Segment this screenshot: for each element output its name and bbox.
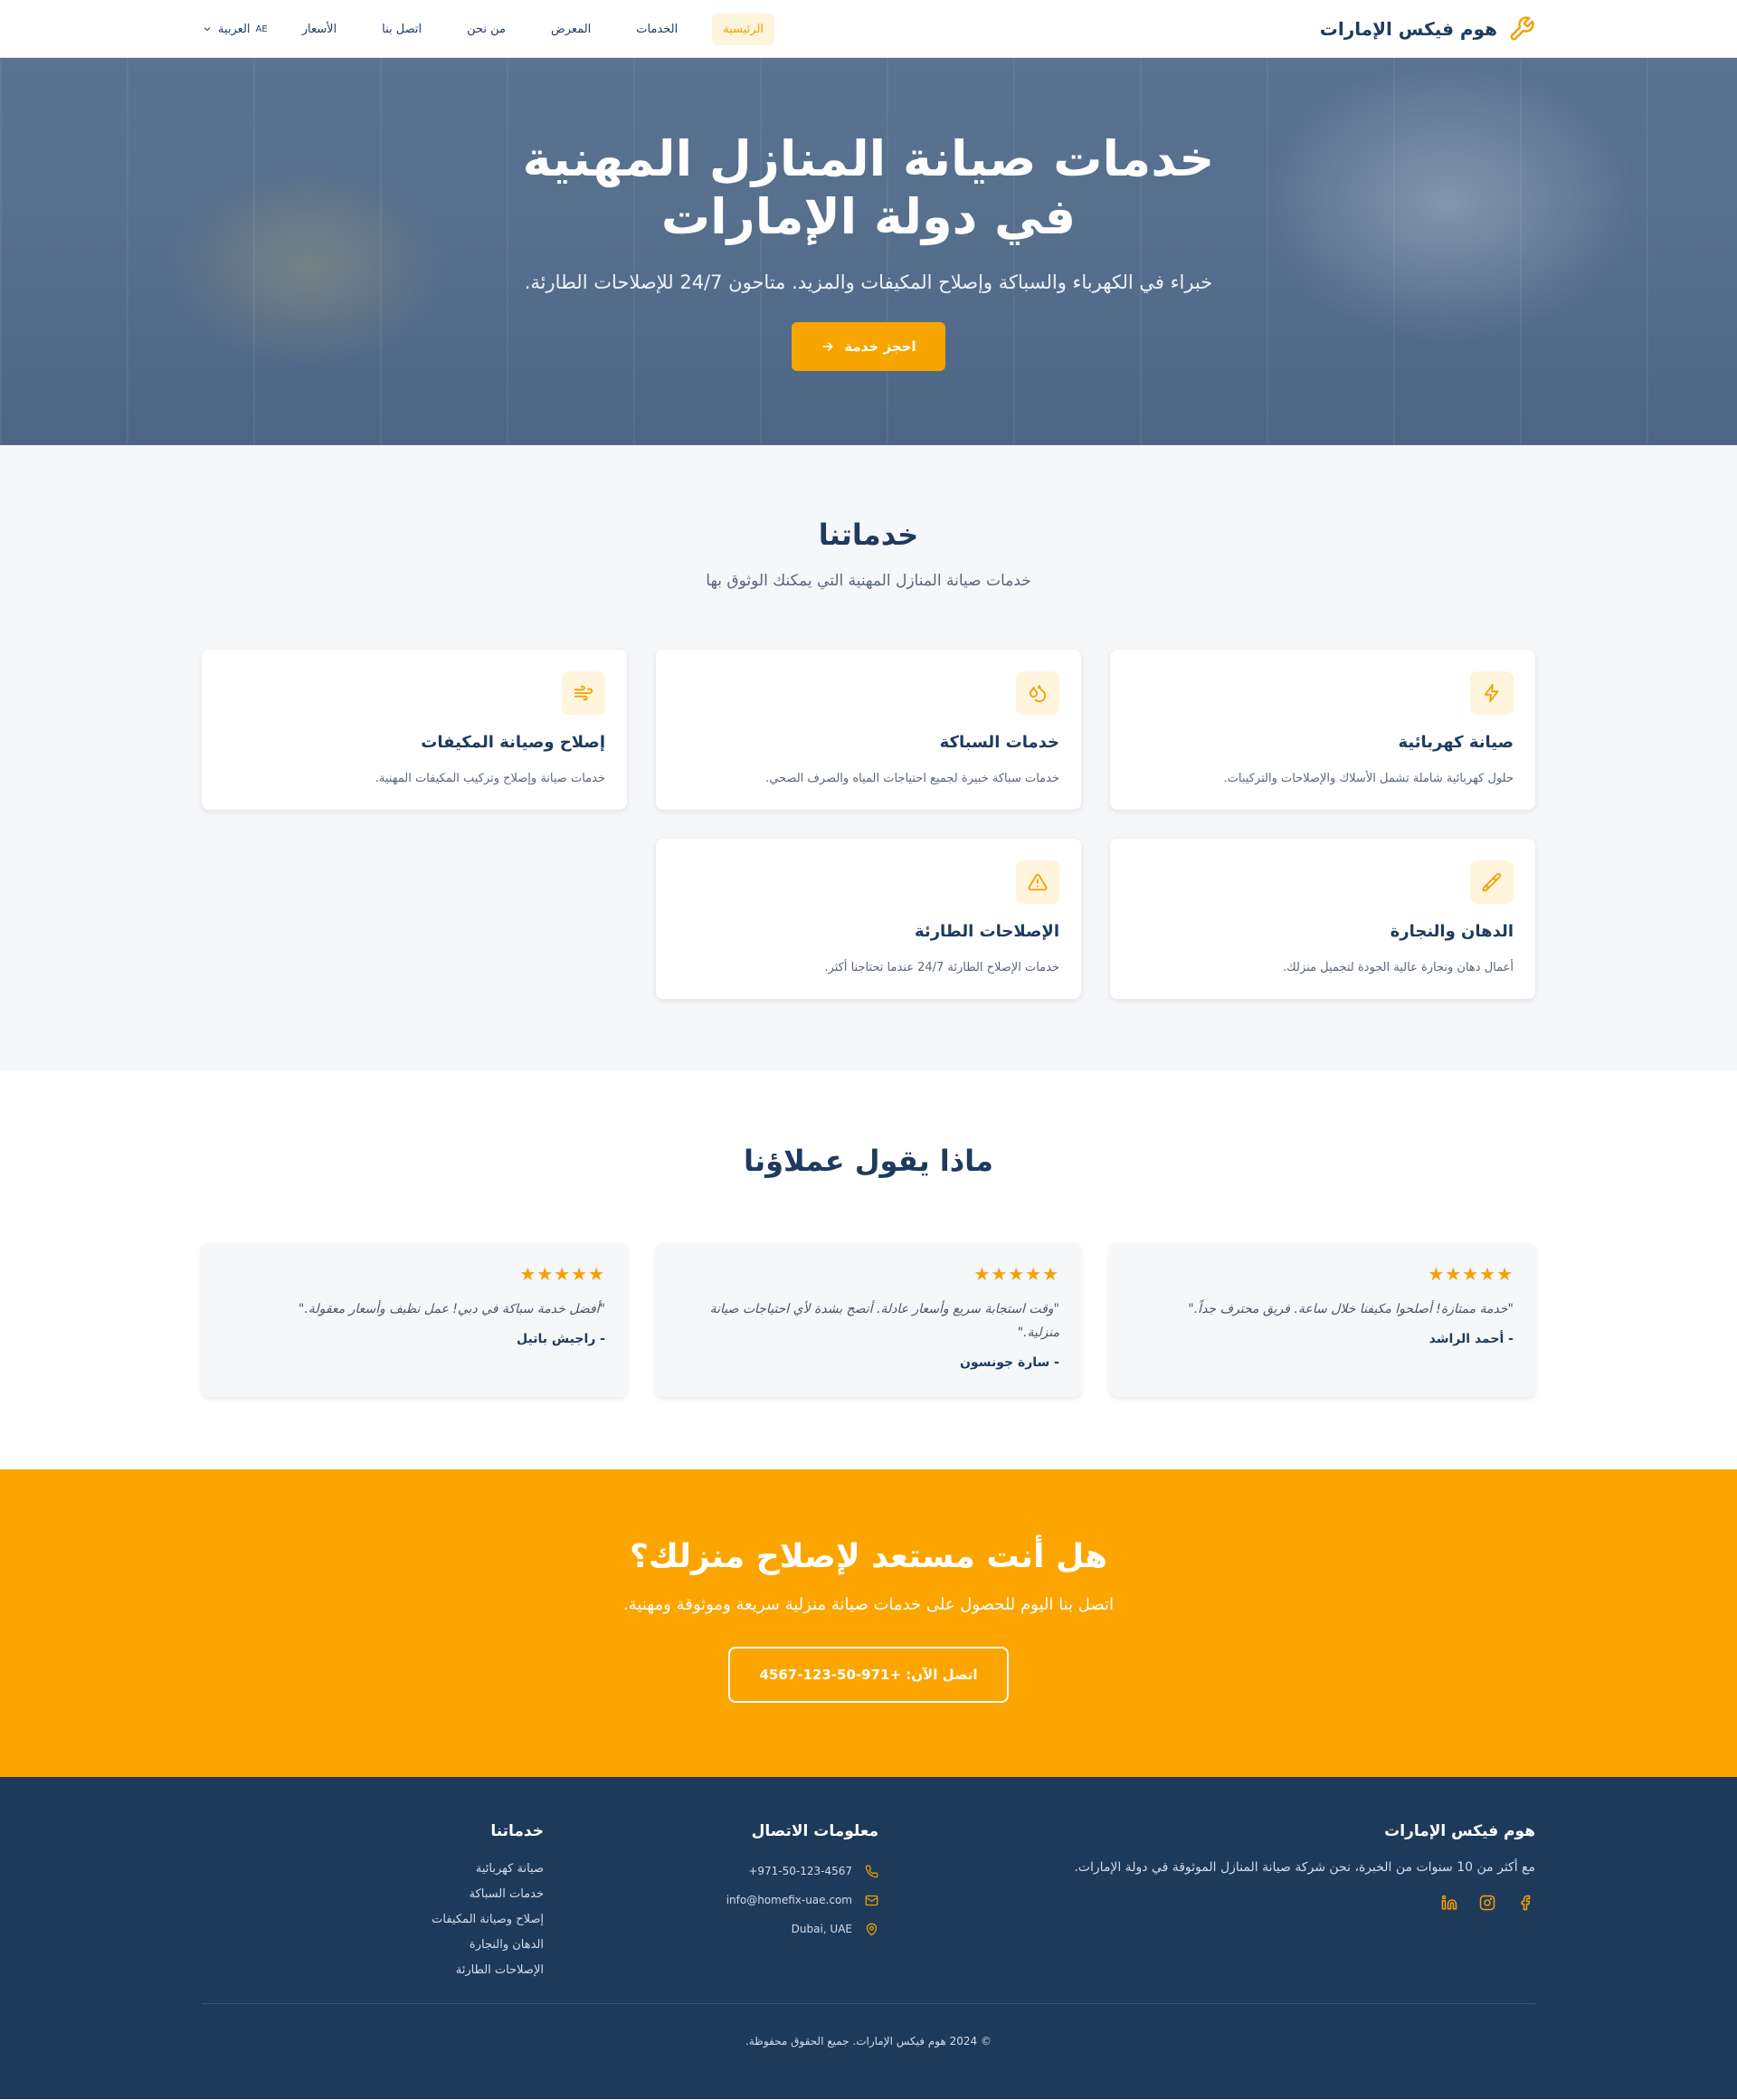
testimonial-quote: "خدمة ممتازة! أصلحوا مكيفنا خلال ساعة. ف… — [1188, 1302, 1514, 1316]
linkedin-icon[interactable] — [1439, 1893, 1459, 1913]
arrow-right-icon — [823, 342, 834, 351]
flag-icon: AE — [255, 24, 268, 34]
service-title: الدهان والنجارة — [1390, 922, 1514, 941]
footer-location: Dubai, UAE — [580, 1915, 878, 1943]
service-card-electrical[interactable]: صيانة كهربائية حلول كهربائية شاملة تشمل … — [1110, 650, 1535, 810]
instagram-icon[interactable] — [1477, 1893, 1497, 1913]
top-navbar: هوم فيكس الإمارات الرئيسية الخدمات المعر… — [0, 0, 1737, 58]
star-rating: ★★★★★ — [973, 1263, 1059, 1285]
site-footer: هوم فيكس الإمارات مع أكثر من 10 سنوات من… — [0, 1777, 1737, 2099]
paintbrush-icon — [1470, 860, 1514, 904]
brand-logo[interactable]: هوم فيكس الإمارات — [1320, 15, 1535, 43]
service-card-ac[interactable]: إصلاح وصيانة المكيفات خدمات صيانة وإصلاح… — [202, 650, 627, 810]
footer-service-link[interactable]: الدهان والنجارة — [308, 1933, 544, 1958]
nav-item-gallery[interactable]: المعرض — [540, 14, 602, 45]
testimonial-card: ★★★★★ "خدمة ممتازة! أصلحوا مكيفنا خلال س… — [1110, 1243, 1535, 1397]
nav-item-about[interactable]: من نحن — [456, 14, 517, 45]
footer-phone[interactable]: +971-50-123-4567 — [580, 1857, 878, 1886]
footer-services-title: خدماتنا — [490, 1822, 544, 1840]
testimonials-title: ماذا يقول عملاؤنا — [744, 1144, 993, 1178]
nav-item-contact[interactable]: اتصل بنا — [371, 14, 432, 45]
hero-section: خدمات صيانة المنازل المهنية في دولة الإم… — [0, 58, 1737, 445]
service-card-emergency[interactable]: الإصلاحات الطارئة خدمات الإصلاح الطارئة … — [656, 839, 1081, 999]
map-pin-icon — [866, 1923, 878, 1936]
alert-triangle-icon — [1016, 860, 1059, 904]
footer-service-link[interactable]: إصلاح وصيانة المكيفات — [308, 1907, 544, 1933]
wind-icon — [562, 671, 605, 715]
service-desc: خدمات سباكة خبيرة لجميع احتياجات المياه … — [765, 772, 1059, 785]
service-desc: حلول كهربائية شاملة تشمل الأسلاك والإصلا… — [1223, 772, 1514, 785]
footer-services: خدماتنا صيانة كهربائية خدمات السباكة إصل… — [308, 1822, 580, 1983]
star-rating: ★★★★★ — [1428, 1263, 1514, 1285]
brand-name: هوم فيكس الإمارات — [1319, 18, 1497, 40]
droplets-icon — [1016, 671, 1059, 715]
service-title: صيانة كهربائية — [1398, 733, 1514, 752]
language-label: العربية — [218, 22, 251, 36]
service-desc: أعمال دهان ونجارة عالية الجودة لتجميل من… — [1282, 961, 1514, 974]
service-title: خدمات السباكة — [939, 733, 1059, 752]
service-title: إصلاح وصيانة المكيفات — [421, 733, 605, 752]
footer-about: هوم فيكس الإمارات مع أكثر من 10 سنوات من… — [1032, 1822, 1535, 1983]
footer-location-text: Dubai, UAE — [791, 1923, 852, 1935]
copyright: © 2024 هوم فيكس الإمارات. جميع الحقوق مح… — [745, 2035, 992, 2048]
service-card-plumbing[interactable]: خدمات السباكة خدمات سباكة خبيرة لجميع اح… — [656, 650, 1081, 810]
footer-service-link[interactable]: صيانة كهربائية — [308, 1857, 544, 1882]
testimonial-author: - راجيش باتيل — [517, 1332, 605, 1346]
footer-brand: هوم فيكس الإمارات — [1384, 1822, 1535, 1840]
chevron-down-icon — [204, 27, 211, 32]
footer-about-text: مع أكثر من 10 سنوات من الخبرة، نحن شركة … — [1074, 1860, 1535, 1875]
mail-icon — [865, 1895, 878, 1905]
nav-item-pricing[interactable]: الأسعار — [291, 14, 347, 45]
footer-email[interactable]: info@homefix-uae.com — [580, 1886, 878, 1915]
footer-phone-text: +971-50-123-4567 — [748, 1865, 852, 1877]
cta-subtitle: اتصل بنا اليوم للحصول على خدمات صيانة من… — [622, 1595, 1114, 1614]
star-rating: ★★★★★ — [519, 1263, 605, 1285]
testimonial-author: - أحمد الراشد — [1429, 1332, 1514, 1346]
testimonial-card: ★★★★★ "أفضل خدمة سباكة في دبي! عمل نظيف … — [202, 1243, 627, 1397]
footer-service-link[interactable]: خدمات السباكة — [308, 1882, 544, 1907]
hero-title: خدمات صيانة المنازل المهنية في دولة الإم… — [522, 130, 1215, 245]
testimonial-quote: "أفضل خدمة سباكة في دبي! عمل نظيف وأسعار… — [298, 1302, 605, 1316]
testimonial-author: - سارة جونسون — [959, 1355, 1059, 1370]
social-links — [1032, 1893, 1535, 1913]
phone-icon — [865, 1865, 878, 1877]
footer-contact: معلومات الاتصال +971-50-123-4567 info@ho… — [580, 1822, 1032, 1983]
footer-contact-title: معلومات الاتصال — [751, 1822, 878, 1840]
nav-item-home[interactable]: الرئيسية — [712, 13, 775, 45]
footer-email-text: info@homefix-uae.com — [726, 1894, 852, 1906]
services-title: خدماتنا — [818, 518, 919, 552]
bolt-icon — [1470, 671, 1514, 715]
service-desc: خدمات الإصلاح الطارئة 24/7 عندما تحتاجنا… — [824, 961, 1059, 974]
testimonials-section: ماذا يقول عملاؤنا ★★★★★ "خدمة ممتازة! أص… — [0, 1071, 1737, 1469]
book-service-label: احجز خدمة — [844, 338, 916, 355]
service-card-painting[interactable]: الدهان والنجارة أعمال دهان ونجارة عالية … — [1110, 839, 1535, 999]
book-service-button[interactable]: احجز خدمة — [792, 322, 945, 371]
language-selector[interactable]: AE العربية — [202, 23, 268, 36]
main-menu: الرئيسية الخدمات المعرض من نحن اتصل بنا … — [202, 13, 775, 45]
services-subtitle: خدمات صيانة المنازل المهنية التي يمكنك ا… — [706, 572, 1031, 590]
nav-item-services[interactable]: الخدمات — [625, 14, 688, 45]
hero-subtitle: خبراء في الكهرباء والسباكة وإصلاح المكيف… — [524, 271, 1213, 293]
services-section: خدماتنا خدمات صيانة المنازل المهنية التي… — [0, 445, 1737, 1071]
wrench-icon — [1510, 16, 1534, 41]
footer-service-link[interactable]: الإصلاحات الطارئة — [308, 1958, 544, 1983]
cta-title: هل أنت مستعد لإصلاح منزلك؟ — [629, 1538, 1108, 1575]
service-desc: خدمات صيانة وإصلاح وتركيب المكيفات المهن… — [375, 772, 605, 785]
cta-section: هل أنت مستعد لإصلاح منزلك؟ اتصل بنا اليو… — [0, 1469, 1737, 1777]
testimonial-card: ★★★★★ "وقت استجابة سريع وأسعار عادلة. أن… — [656, 1243, 1081, 1397]
testimonial-quote: "وقت استجابة سريع وأسعار عادلة. أنصح بشد… — [709, 1302, 1059, 1340]
service-title: الإصلاحات الطارئة — [915, 922, 1059, 941]
call-now-button[interactable]: اتصل الآن: +971-50-123-4567 — [728, 1647, 1009, 1703]
facebook-icon[interactable] — [1515, 1893, 1535, 1913]
